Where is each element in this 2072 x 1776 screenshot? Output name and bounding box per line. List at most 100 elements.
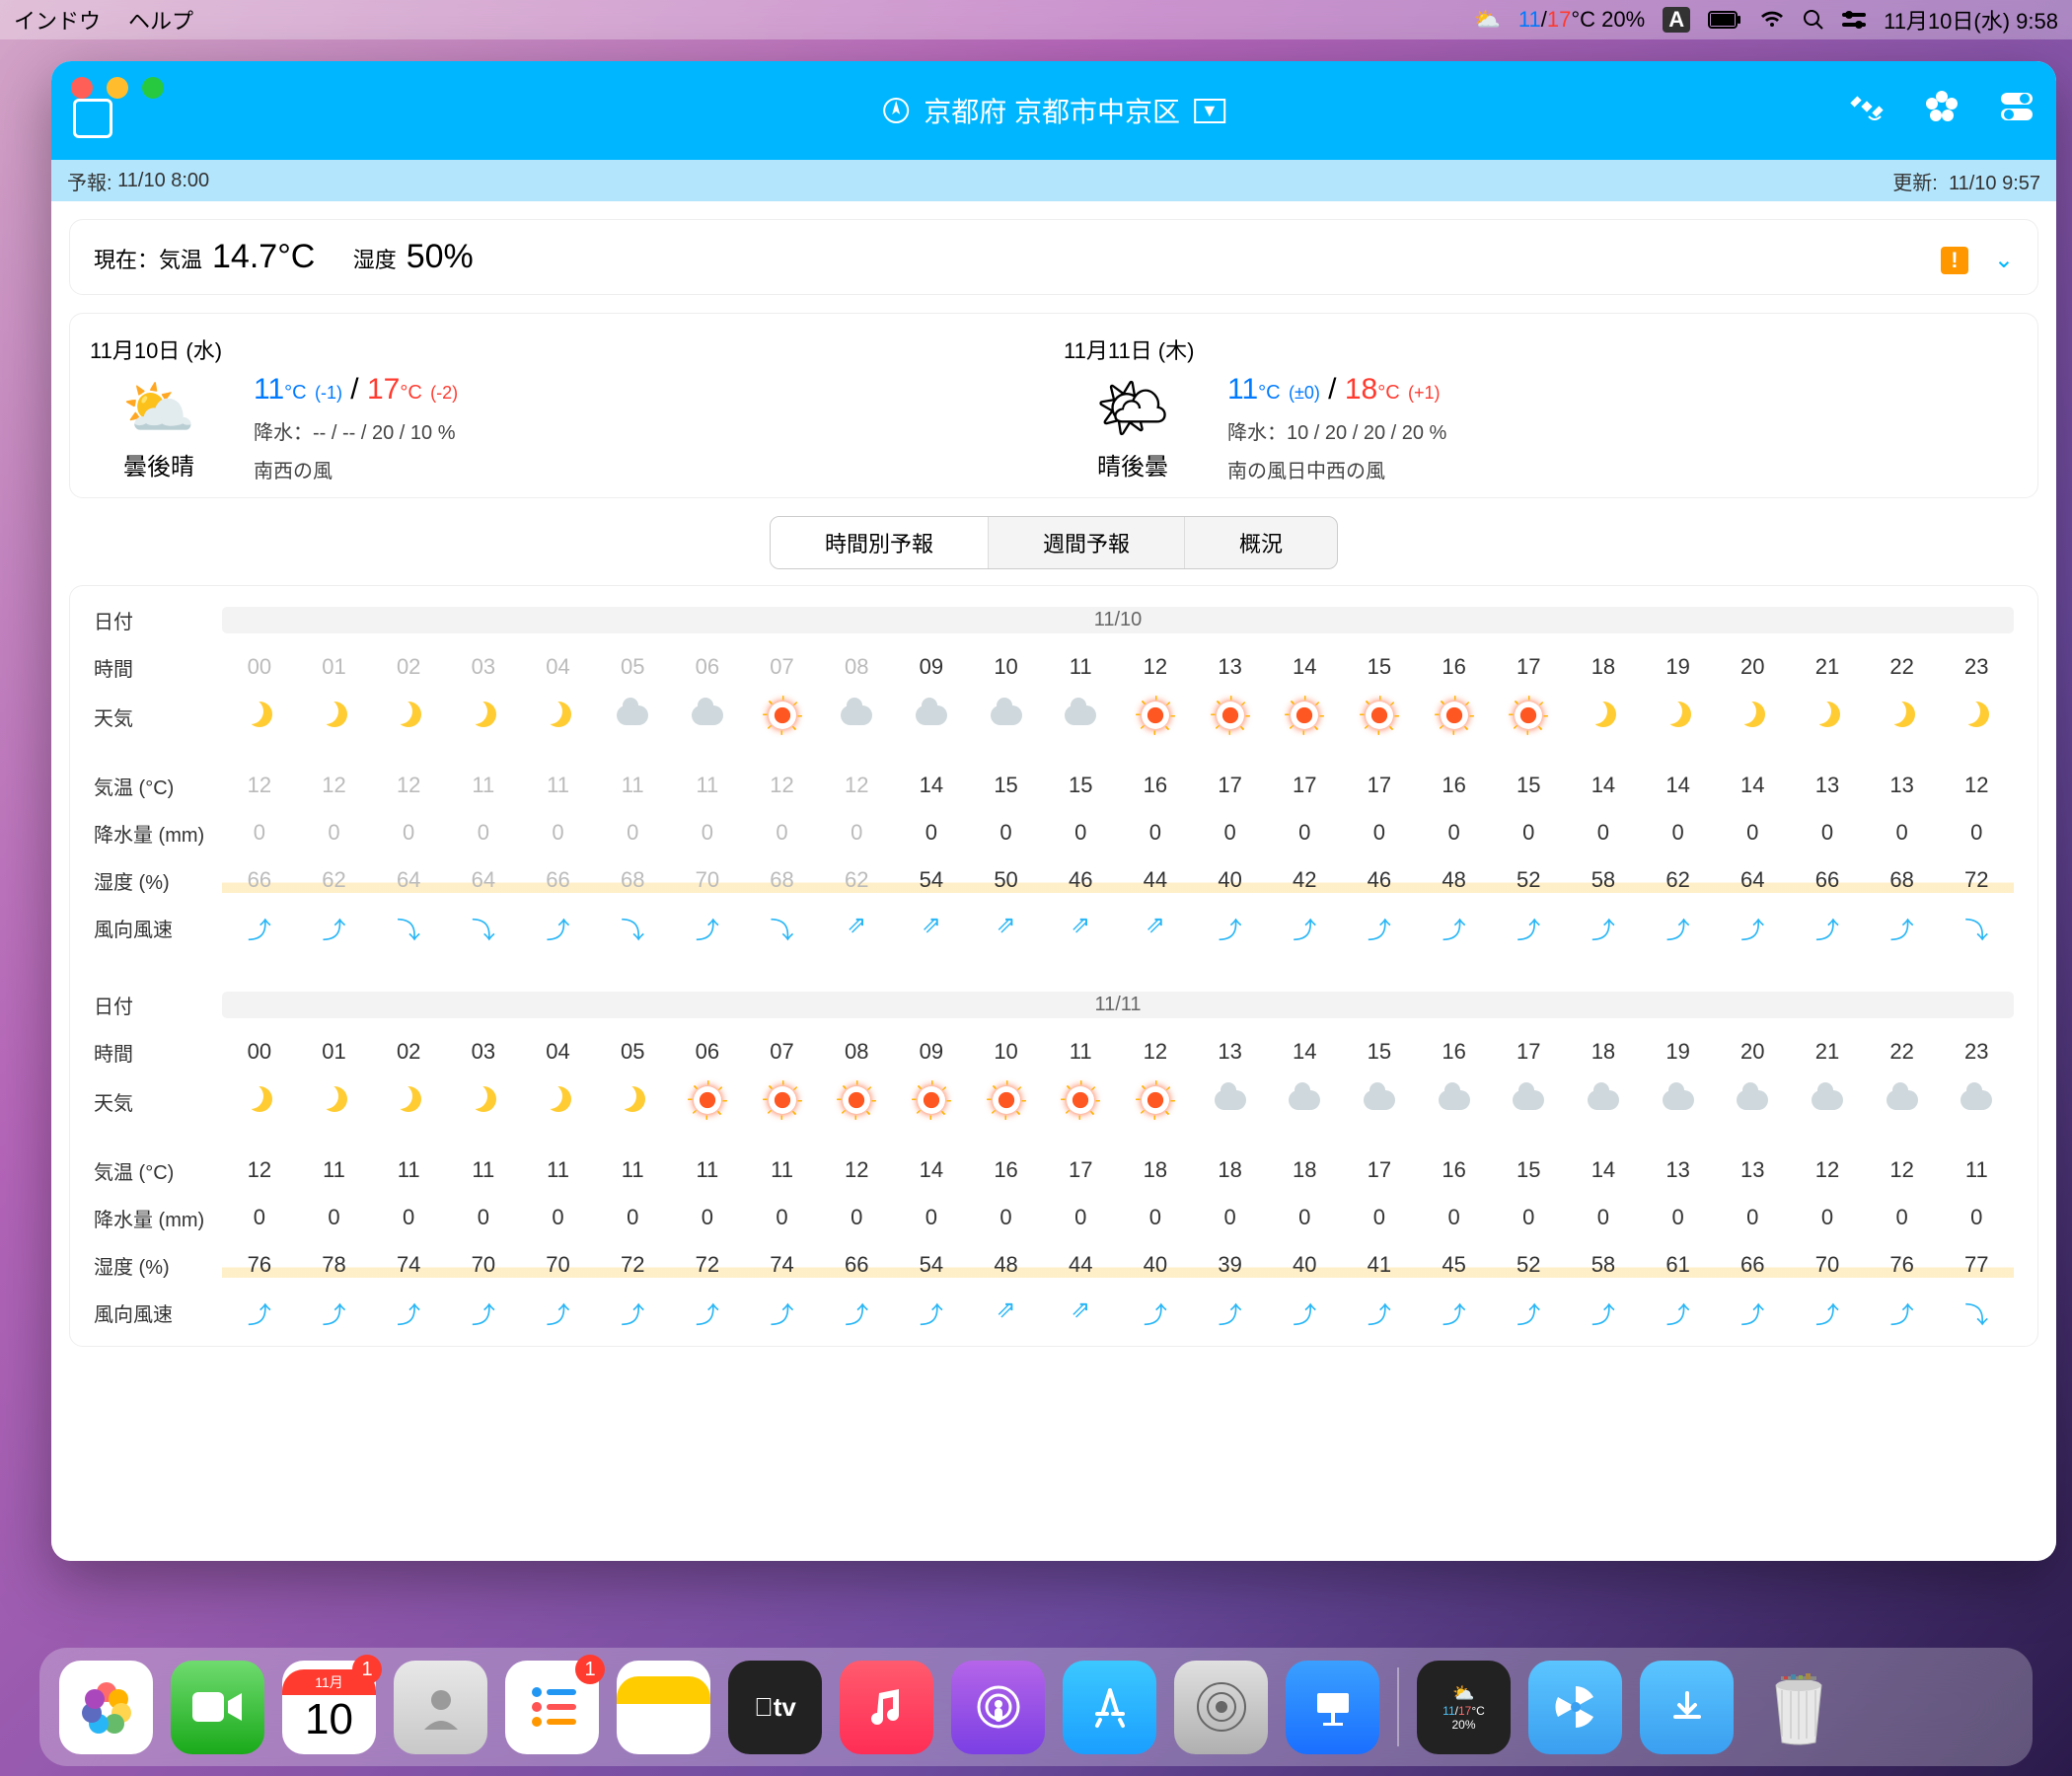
temp-cell: 11 [521, 773, 596, 798]
dock-notes[interactable] [617, 1661, 710, 1754]
satellite-icon[interactable] [1847, 87, 1887, 126]
sun-icon [1291, 702, 1318, 729]
dock-settings[interactable] [1174, 1661, 1268, 1754]
weather-cell [1267, 1082, 1342, 1120]
weather-cell [1641, 1082, 1716, 1120]
temp-cell: 15 [969, 773, 1044, 798]
temp-cell: 14 [894, 773, 969, 798]
wifi-icon[interactable] [1759, 10, 1785, 30]
input-source-indicator[interactable]: A [1663, 7, 1690, 33]
cloud-icon [1439, 1090, 1470, 1110]
tab-overview[interactable]: 概況 [1185, 517, 1337, 568]
weather-cell [894, 698, 969, 735]
humidity-cell: 66 [1790, 867, 1865, 893]
dock-photos[interactable] [59, 1661, 153, 1754]
dock-appletv[interactable]: tv [728, 1661, 822, 1754]
dock-music[interactable] [840, 1661, 933, 1754]
precip-cell: 0 [222, 820, 297, 846]
sun-icon [1366, 702, 1393, 729]
humidity-cell: 72 [1939, 867, 2014, 893]
weather-cell [1715, 1082, 1790, 1120]
sun-icon [769, 702, 796, 729]
humidity-cell: 78 [297, 1252, 372, 1278]
weather-cell [1118, 1082, 1193, 1120]
hour-cell: 00 [222, 654, 297, 680]
dock-weather-widget[interactable]: ⛅ 11/17°C 20% [1417, 1661, 1511, 1754]
temp-cell: 16 [1417, 1157, 1492, 1183]
fullscreen-button[interactable] [142, 77, 164, 99]
humidity-cell: 54 [894, 1252, 969, 1278]
hour-cell: 04 [521, 1039, 596, 1065]
high-temp: 17 [367, 373, 400, 406]
cloud-icon [1065, 705, 1096, 725]
settings-toggle-icon[interactable] [1997, 87, 2036, 126]
dock-trash[interactable] [1751, 1661, 1845, 1754]
dock-downloads[interactable] [1640, 1661, 1734, 1754]
dock-keynote[interactable] [1286, 1661, 1379, 1754]
now-card[interactable]: 現在：気温 14.7°C 湿度 50% ! ⌄ [69, 219, 2038, 295]
precip-cell: 0 [595, 820, 670, 846]
two-day-card: 11月10日 (水) ⛅ 曇後晴 11°C (-1) / 17°C (-2) [69, 313, 2038, 498]
temp-cell: 12 [297, 773, 372, 798]
hourly-card: 日付11/10時間0001020304050607080910111213141… [69, 585, 2038, 1347]
weather-cell [1342, 1082, 1417, 1120]
tab-weekly[interactable]: 週間予報 [989, 517, 1185, 568]
label-date: 日付 [94, 606, 222, 634]
dock-appstore[interactable] [1063, 1661, 1156, 1754]
weather-cell [1043, 698, 1118, 735]
dock-facetime[interactable] [171, 1661, 264, 1754]
control-center-icon[interactable] [1842, 11, 1866, 29]
menubar-clock[interactable]: 11月10日(水) 9:58 [1884, 4, 2058, 36]
temp-cell: 13 [1641, 1157, 1716, 1183]
menu-window[interactable]: インドウ [14, 4, 101, 36]
weather-cell [222, 698, 297, 735]
titlebar: 京都府 京都市中京区 ▼ [51, 61, 2056, 160]
sun-icon [843, 1086, 870, 1114]
hour-cell: 12 [1118, 1039, 1193, 1065]
dock-calendar[interactable]: 11月 10 1 [282, 1661, 376, 1754]
sakura-icon[interactable] [1922, 87, 1961, 126]
temp-cell: 15 [1043, 773, 1118, 798]
humidity-cell: 64 [1715, 867, 1790, 893]
dock-shortcut-fan[interactable] [1528, 1661, 1622, 1754]
humidity-cell: 76 [222, 1252, 297, 1278]
location-dropdown[interactable]: ▼ [1194, 99, 1225, 123]
tab-hourly[interactable]: 時間別予報 [771, 517, 989, 568]
today-button[interactable] [73, 99, 112, 138]
dock-contacts[interactable] [394, 1661, 487, 1754]
now-humidity: 50% [407, 238, 474, 276]
wind-cell: ⤴ [1342, 1295, 1417, 1330]
label-humidity: 湿度 (%) [94, 866, 222, 895]
cloud-icon [841, 705, 872, 725]
location-title: 京都府 京都市中京区 [924, 91, 1180, 130]
moon-icon [247, 702, 272, 727]
temp-cell: 17 [1342, 773, 1417, 798]
wind-cell: ⤴ [819, 1295, 894, 1330]
weather-cell [595, 698, 670, 735]
weather-cell [1118, 698, 1193, 735]
minimize-button[interactable] [107, 77, 128, 99]
close-button[interactable] [71, 77, 93, 99]
cloud-icon [1588, 1090, 1619, 1110]
battery-icon[interactable] [1708, 11, 1741, 29]
weather-cell [670, 698, 745, 735]
menubar-weather[interactable]: 11/17°C 20% [1518, 7, 1645, 33]
wind-cell: ⤴ [1865, 1295, 1940, 1330]
precip-cell: 0 [371, 1205, 446, 1230]
humidity-cell: 76 [1865, 1252, 1940, 1278]
calendar-badge: 1 [352, 1655, 382, 1684]
hour-cell: 20 [1715, 1039, 1790, 1065]
spotlight-icon[interactable] [1803, 9, 1824, 31]
menu-help[interactable]: ヘルプ [128, 4, 193, 36]
temp-cell: 12 [371, 773, 446, 798]
warning-icon[interactable]: ! [1941, 247, 1968, 274]
temp-cell: 14 [894, 1157, 969, 1183]
humidity-cell: 39 [1193, 1252, 1268, 1278]
label-weather: 天気 [94, 1087, 222, 1116]
expand-chevron-icon[interactable]: ⌄ [1994, 246, 2014, 274]
menubar-weather-icon[interactable]: ⛅ [1473, 7, 1500, 33]
dock-podcasts[interactable] [951, 1661, 1045, 1754]
temp-cell: 11 [670, 1157, 745, 1183]
precip-cell: 0 [969, 820, 1044, 846]
dock-reminders[interactable]: 1 [505, 1661, 599, 1754]
